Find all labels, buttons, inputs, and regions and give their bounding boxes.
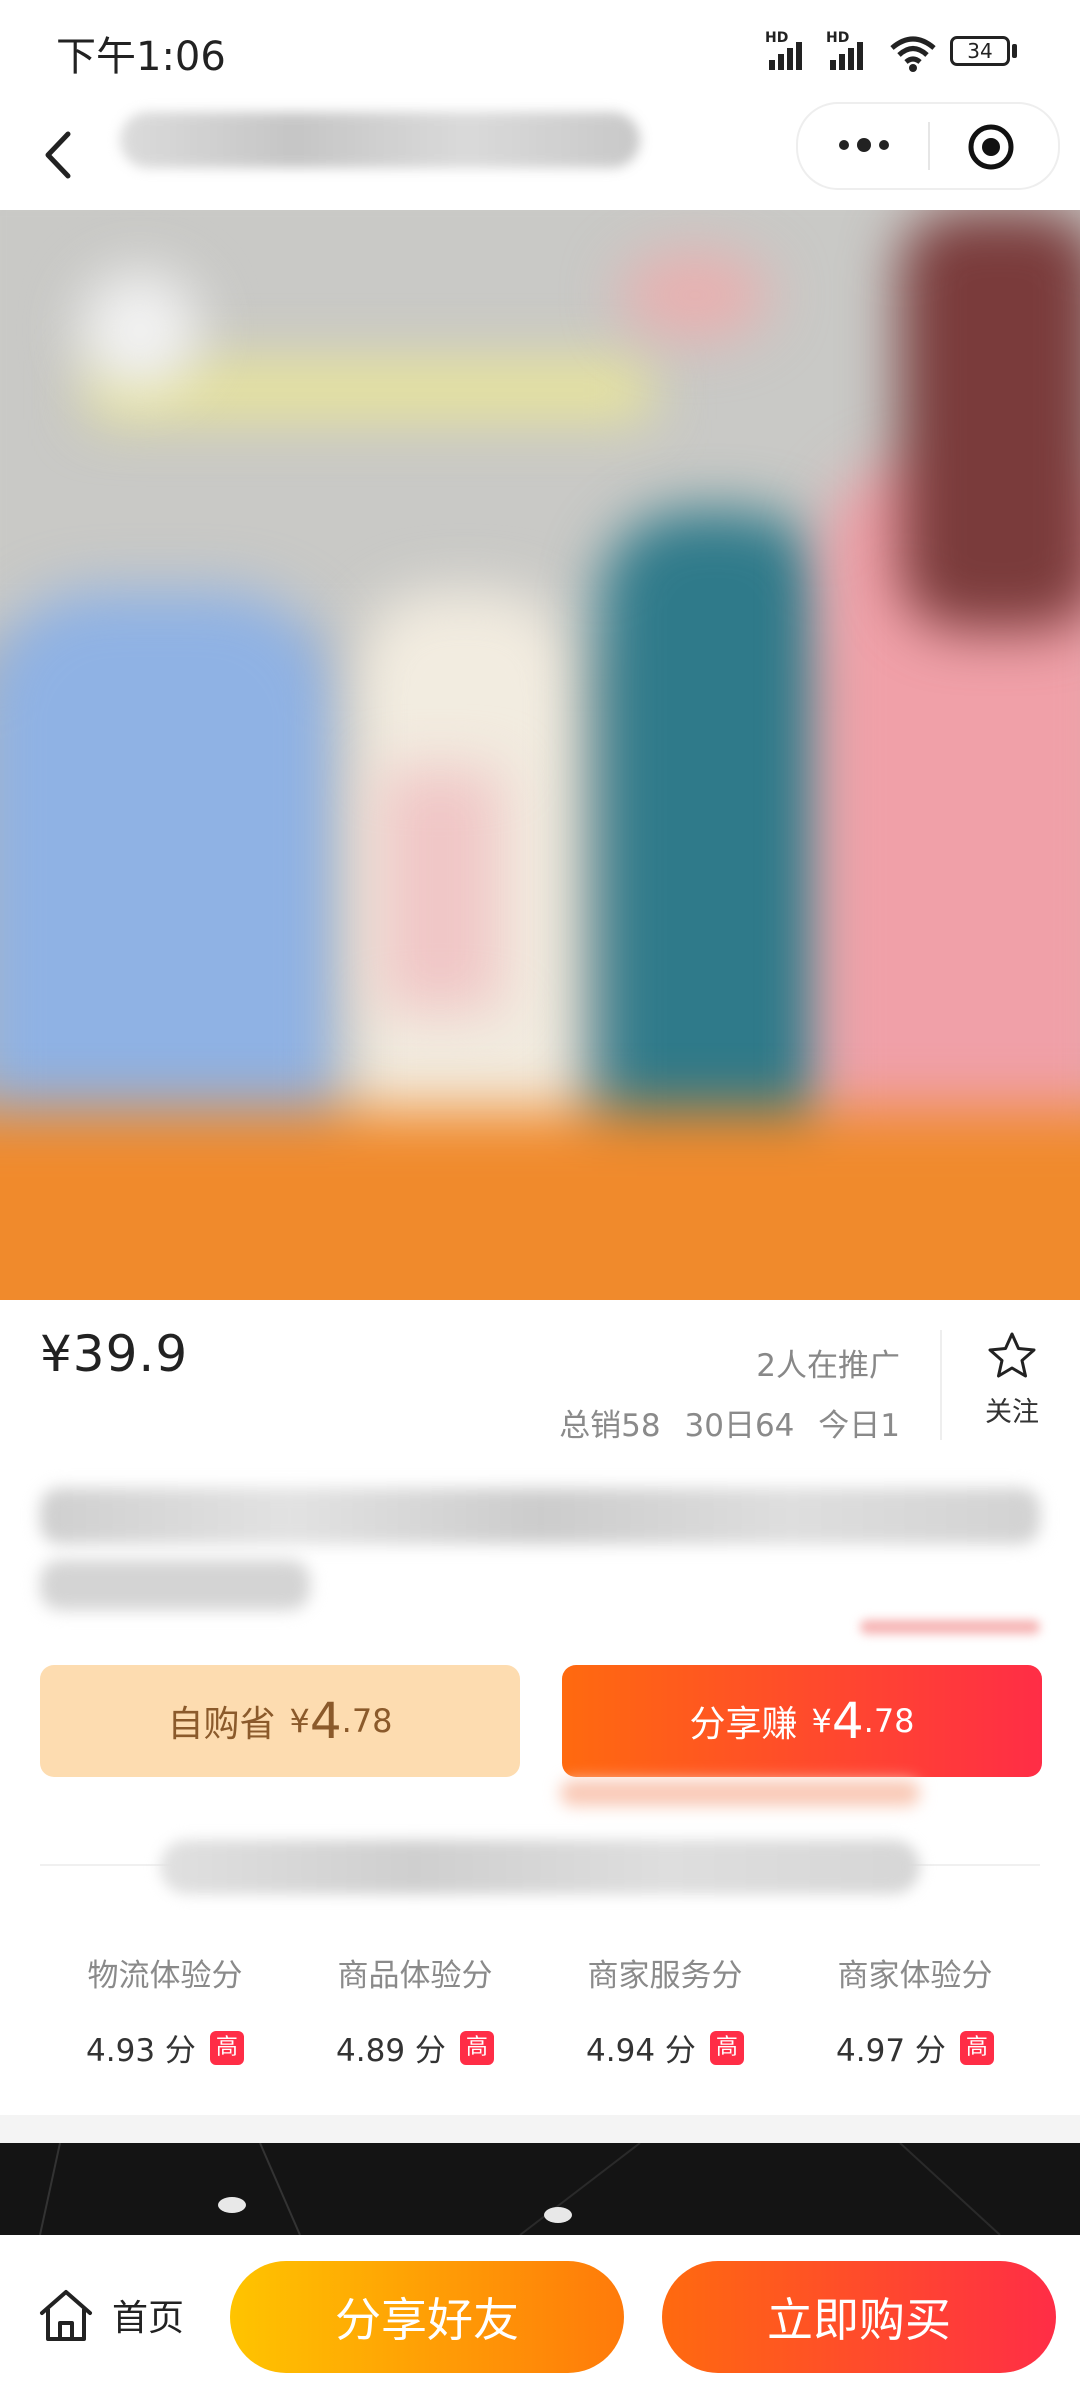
sales-30d: 30日64 — [684, 1408, 795, 1444]
mini-program-capsule — [796, 102, 1060, 190]
favorite-label: 关注 — [985, 1397, 1039, 1428]
share-earn-button[interactable]: 分享赚 ¥ 4 .78 — [562, 1665, 1042, 1777]
score-merchant: 商家体验分 4.97 分高 — [790, 1950, 1040, 2070]
share-earn-int: 4 — [831, 1692, 864, 1750]
score-product: 商品体验分 4.89 分高 — [290, 1950, 540, 2070]
target-circle-icon[interactable] — [966, 122, 1016, 172]
product-image[interactable] — [0, 210, 1080, 1300]
shop-scores: 物流体验分 4.93 分高 商品体验分 4.89 分高 商家服务分 4.94 分… — [0, 1950, 1080, 2090]
score-name: 商家服务分 — [587, 1958, 743, 1994]
score-name: 商家体验分 — [837, 1958, 993, 1994]
home-tab[interactable]: 首页 — [36, 2285, 184, 2345]
score-badge: 高 — [709, 2030, 744, 2065]
sales-total: 总销58 — [559, 1408, 661, 1444]
page-title-blurred — [120, 112, 640, 168]
store-info-blurred — [160, 1840, 920, 1894]
share-earn-dec: .78 — [863, 1702, 915, 1740]
score-logistics: 物流体验分 4.93 分高 — [40, 1950, 290, 2070]
sales-today: 今日1 — [818, 1408, 900, 1444]
share-friends-button[interactable]: 分享好友 — [230, 2261, 624, 2373]
favorite-button[interactable]: 关注 — [972, 1330, 1052, 1429]
score-badge: 高 — [209, 2030, 244, 2065]
score-service: 商家服务分 4.94 分高 — [540, 1950, 790, 2070]
product-price: ¥39.9 — [40, 1325, 189, 1383]
self-buy-dec: .78 — [341, 1702, 393, 1740]
self-buy-label: 自购省 — [167, 1704, 276, 1745]
home-icon — [40, 2290, 92, 2341]
signal-icon: HD — [765, 30, 802, 70]
share-earn-label: 分享赚 — [689, 1704, 798, 1745]
wifi-icon — [890, 36, 936, 72]
product-title-blurred — [40, 1488, 1040, 1544]
self-buy-button[interactable]: 自购省 ¥ 4 .78 — [40, 1665, 520, 1777]
divider-vertical — [940, 1330, 942, 1440]
battery-tip — [1012, 44, 1017, 58]
self-buy-currency: ¥ — [289, 1702, 310, 1740]
bottom-bar: 首页 分享好友 立即购买 — [0, 2235, 1080, 2400]
score-badge: 高 — [459, 2030, 494, 2065]
section-gap — [0, 2115, 1080, 2143]
capsule-divider — [928, 122, 930, 170]
blurred-hint — [560, 1780, 920, 1806]
score-name: 商品体验分 — [337, 1958, 493, 1994]
score-value: 4.97 分 — [836, 2033, 946, 2069]
battery-level: 34 — [967, 39, 993, 63]
sales-stats: 总销58 30日64 今日1 — [559, 1400, 900, 1445]
detail-image-preview — [0, 2143, 1080, 2235]
score-badge: 高 — [959, 2030, 994, 2065]
blurred-tag — [860, 1620, 1040, 1634]
detail-image-graphic — [39, 2143, 1001, 2235]
chevron-left-icon[interactable] — [34, 120, 84, 190]
more-dots-icon[interactable] — [832, 130, 896, 160]
score-value: 4.89 分 — [336, 2033, 446, 2069]
score-value: 4.94 分 — [586, 2033, 696, 2069]
home-label: 首页 — [112, 2298, 185, 2339]
star-outline-icon — [988, 1332, 1036, 1378]
battery-icon: 34 — [950, 36, 1010, 66]
share-earn-currency: ¥ — [811, 1702, 832, 1740]
signal-icon-2: HD — [826, 30, 863, 70]
buy-now-button[interactable]: 立即购买 — [662, 2261, 1056, 2373]
product-title-blurred-2 — [40, 1560, 310, 1610]
score-value: 4.93 分 — [86, 2033, 196, 2069]
score-name: 物流体验分 — [87, 1958, 243, 1994]
status-bar: 下午1:06 HD HD 34 — [0, 0, 1080, 100]
self-buy-int: 4 — [309, 1692, 342, 1750]
status-time: 下午1:06 — [56, 34, 226, 80]
promoter-count: 2人在推广 — [756, 1348, 900, 1384]
